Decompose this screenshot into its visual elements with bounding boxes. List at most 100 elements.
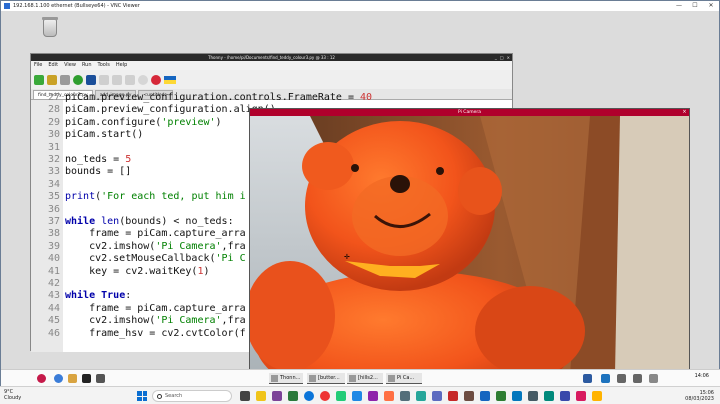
app-icon-blue[interactable] bbox=[352, 391, 362, 401]
weather-widget[interactable]: 9°C Cloudy bbox=[4, 389, 21, 401]
browser-icon[interactable] bbox=[54, 374, 63, 383]
stop-icon[interactable] bbox=[151, 74, 161, 85]
explorer-icon[interactable] bbox=[256, 391, 266, 401]
pi-camera-window: Pi Camera × bbox=[249, 108, 690, 383]
system-clock[interactable]: 15:06 08/03/2023 bbox=[685, 390, 714, 402]
line-number: 33 bbox=[47, 166, 60, 178]
line-number: 38 bbox=[47, 228, 60, 240]
code-text: frame = piCam.capture_arra bbox=[65, 302, 246, 314]
app-icon-orange[interactable] bbox=[384, 391, 394, 401]
teams-icon[interactable] bbox=[272, 391, 282, 401]
line-number: 34 bbox=[47, 178, 60, 190]
step-into-icon[interactable] bbox=[112, 74, 122, 85]
menu-help[interactable]: Help bbox=[116, 61, 127, 70]
app-icon-slate[interactable] bbox=[528, 391, 538, 401]
thonny-maximize-button[interactable]: □ bbox=[500, 54, 504, 61]
menu-view[interactable]: View bbox=[64, 61, 76, 70]
search-placeholder: Search bbox=[165, 393, 183, 399]
menu-run[interactable]: Run bbox=[82, 61, 92, 70]
resume-icon[interactable] bbox=[138, 74, 148, 85]
flag-icon[interactable] bbox=[164, 75, 176, 84]
app-icon-purple[interactable] bbox=[368, 391, 378, 401]
excel-icon[interactable] bbox=[288, 391, 298, 401]
new-file-icon[interactable] bbox=[34, 74, 44, 85]
pi-camera-title: Pi Camera bbox=[458, 110, 481, 115]
task-pi-camera[interactable]: Pi Ca... bbox=[386, 373, 422, 384]
network-icon[interactable] bbox=[617, 374, 626, 383]
vnc-app-icon bbox=[4, 3, 10, 9]
line-number: 28 bbox=[47, 104, 60, 116]
code-text: cv2.imshow('Pi Camera',fra bbox=[65, 315, 246, 327]
line-number: 44 bbox=[47, 302, 60, 314]
task-butter[interactable]: [butter... bbox=[307, 373, 345, 384]
app-icon-green[interactable] bbox=[336, 391, 346, 401]
edge-icon[interactable] bbox=[304, 391, 314, 401]
task-thonny[interactable]: Thonn... bbox=[269, 373, 303, 384]
app-icon-green2[interactable] bbox=[544, 391, 554, 401]
task-hills2[interactable]: [hills2... bbox=[347, 373, 383, 384]
open-file-icon[interactable] bbox=[47, 74, 57, 85]
code-line[interactable]: 27 piCam.preview_configuration.controls.F… bbox=[31, 92, 511, 104]
file-manager-icon[interactable] bbox=[68, 374, 77, 383]
step-over-icon[interactable] bbox=[99, 74, 109, 85]
maximize-button[interactable]: ☐ bbox=[687, 1, 703, 11]
app-icon-indigo[interactable] bbox=[432, 391, 442, 401]
app-icon-blue2[interactable] bbox=[560, 391, 570, 401]
app-icon-darkblue[interactable] bbox=[480, 391, 490, 401]
raspberry-menu-icon[interactable] bbox=[37, 374, 46, 383]
app-icon-brown[interactable] bbox=[464, 391, 474, 401]
image-task-icon-2 bbox=[349, 375, 356, 382]
vnc-title: 192.168.1.100 ethernet (Bullseye64) - VN… bbox=[13, 3, 140, 9]
pi-desktop: Thonny - /home/pi/Documents/find_teddy_c… bbox=[1, 11, 719, 383]
menu-file[interactable]: File bbox=[34, 61, 42, 70]
pi-camera-title-bar: Pi Camera × bbox=[250, 109, 689, 116]
terminal-icon[interactable] bbox=[82, 374, 91, 383]
line-number: 36 bbox=[47, 203, 60, 215]
menu-edit[interactable]: Edit bbox=[48, 61, 58, 70]
line-number: 40 bbox=[47, 253, 60, 265]
menu-tools[interactable]: Tools bbox=[98, 61, 110, 70]
app-icon-gray[interactable] bbox=[400, 391, 410, 401]
windows-start-icon[interactable] bbox=[137, 391, 147, 401]
eject-icon[interactable] bbox=[649, 374, 658, 383]
minimize-button[interactable]: — bbox=[671, 1, 687, 11]
teddy-bear-image bbox=[250, 116, 689, 374]
line-number: 41 bbox=[47, 265, 60, 277]
close-button[interactable]: ✕ bbox=[703, 1, 719, 11]
line-number: 30 bbox=[47, 129, 60, 141]
app-icon-red[interactable] bbox=[448, 391, 458, 401]
trash-icon[interactable] bbox=[42, 17, 58, 37]
run-icon[interactable] bbox=[73, 74, 83, 85]
app-icon-amber[interactable] bbox=[592, 391, 602, 401]
image-task-icon bbox=[309, 375, 316, 382]
vscode-icon[interactable] bbox=[512, 391, 522, 401]
line-number: 43 bbox=[47, 290, 60, 302]
pi-camera-close-button[interactable]: × bbox=[681, 109, 688, 116]
task-view-icon[interactable] bbox=[240, 391, 250, 401]
app-icon-darkgreen[interactable] bbox=[496, 391, 506, 401]
app-icon-teal[interactable] bbox=[416, 391, 426, 401]
code-text: piCam.configure('preview') bbox=[65, 116, 222, 128]
debug-icon[interactable] bbox=[86, 74, 96, 85]
windows-search-box[interactable]: Search bbox=[152, 390, 232, 402]
code-text: cv2.setMouseCallback('Pi C bbox=[65, 253, 246, 265]
thonny-title: Thonny - /home/pi/Documents/find_teddy_c… bbox=[208, 55, 335, 60]
line-number: 32 bbox=[47, 154, 60, 165]
camera-feed[interactable] bbox=[250, 116, 689, 374]
code-text: bounds = [] bbox=[65, 166, 132, 178]
code-text: piCam.preview_configuration.controls.Fra… bbox=[65, 92, 373, 103]
save-file-icon[interactable] bbox=[60, 74, 70, 85]
app-icon-pink[interactable] bbox=[576, 391, 586, 401]
clock-date: 08/03/2023 bbox=[685, 396, 714, 402]
step-out-icon[interactable] bbox=[125, 74, 135, 85]
terminal-alt-icon[interactable] bbox=[96, 374, 105, 383]
bluetooth-icon[interactable] bbox=[601, 374, 610, 383]
thonny-minimize-button[interactable]: _ bbox=[495, 54, 497, 61]
thonny-close-button[interactable]: × bbox=[507, 54, 510, 61]
thonny-title-bar: Thonny - /home/pi/Documents/find_teddy_c… bbox=[31, 54, 512, 61]
pi-clock: 14:06 bbox=[694, 373, 709, 379]
volume-icon[interactable] bbox=[633, 374, 642, 383]
chrome-icon[interactable] bbox=[320, 391, 330, 401]
vnc-title-bar: 192.168.1.100 ethernet (Bullseye64) - VN… bbox=[1, 1, 719, 11]
vnc-tray-icon[interactable] bbox=[583, 374, 592, 383]
